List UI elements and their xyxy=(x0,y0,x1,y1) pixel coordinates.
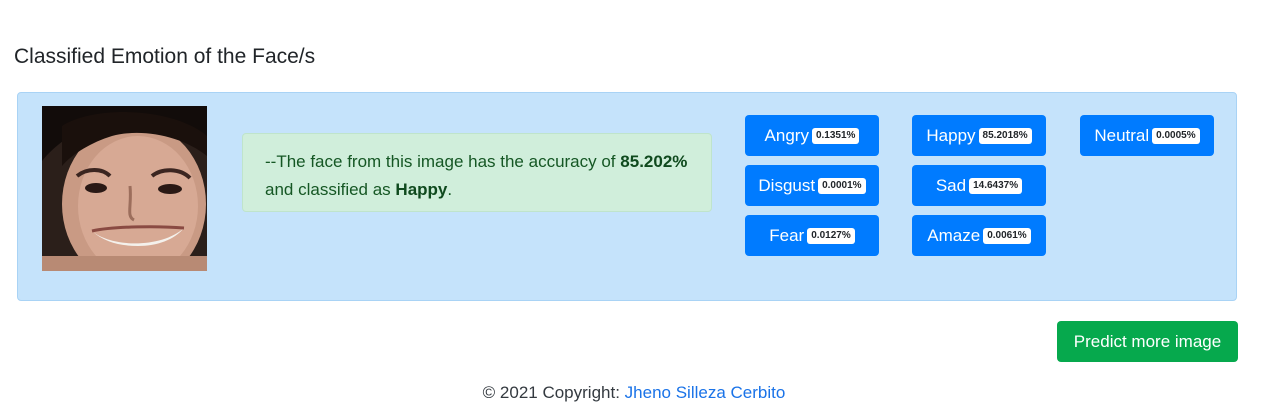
emotion-score-badge: 0.0001% xyxy=(818,177,866,194)
page-title: Classified Emotion of the Face/s xyxy=(14,45,316,68)
summary-middle: and classified as xyxy=(265,180,391,199)
emotion-button-disgust[interactable]: Disgust 0.0001% xyxy=(745,165,879,206)
emotion-label: Angry xyxy=(764,125,809,145)
emotion-button-amaze[interactable]: Amaze 0.0061% xyxy=(912,215,1046,256)
emotion-label: Happy xyxy=(926,125,976,145)
emotion-label: Disgust xyxy=(758,175,816,195)
emotion-label: Fear xyxy=(769,225,805,245)
emotion-label: Amaze xyxy=(927,225,981,245)
footer: © 2021 Copyright: Jheno Silleza Cerbito xyxy=(0,383,1268,403)
emotion-score-badge: 85.2018% xyxy=(978,127,1032,144)
emotion-label: Sad xyxy=(935,175,967,195)
emotion-button-neutral[interactable]: Neutral 0.0005% xyxy=(1080,115,1214,156)
result-card: --The face from this image has the accur… xyxy=(17,92,1237,301)
predict-more-button[interactable]: Predict more image xyxy=(1057,321,1238,362)
copyright-text: © 2021 Copyright: xyxy=(482,383,620,402)
emotion-label: Neutral xyxy=(1094,125,1150,145)
accuracy-value: 85.202% xyxy=(620,152,688,171)
summary-prefix: --The face from this image has the accur… xyxy=(265,152,616,171)
emotion-score-badge: 0.0005% xyxy=(1152,127,1200,144)
face-image xyxy=(42,106,207,271)
summary-suffix: . xyxy=(447,180,453,199)
result-summary: --The face from this image has the accur… xyxy=(242,133,712,212)
emotion-score-badge: 0.0061% xyxy=(983,227,1031,244)
emotion-score-badge: 14.6437% xyxy=(969,177,1023,194)
emotion-button-fear[interactable]: Fear 0.0127% xyxy=(745,215,879,256)
emotion-button-angry[interactable]: Angry 0.1351% xyxy=(745,115,879,156)
author-link[interactable]: Jheno Silleza Cerbito xyxy=(625,383,786,402)
emotion-value: Happy xyxy=(395,180,448,199)
emotion-score-badge: 0.1351% xyxy=(811,127,860,144)
emotion-button-happy[interactable]: Happy 85.2018% xyxy=(912,115,1046,156)
emotion-button-sad[interactable]: Sad 14.6437% xyxy=(912,165,1046,206)
emotion-score-badge: 0.0127% xyxy=(807,227,855,244)
